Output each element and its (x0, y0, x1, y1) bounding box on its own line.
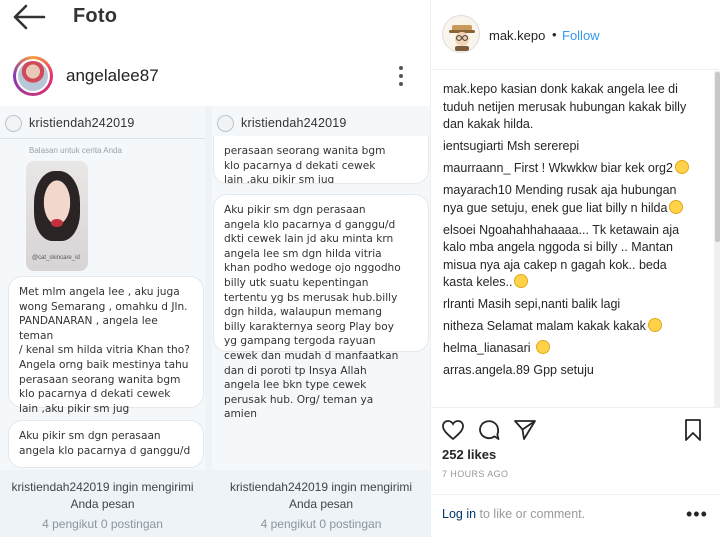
comment-item: helma_lianasari (443, 340, 697, 358)
laughing-emoji-icon (669, 199, 684, 214)
login-prompt: Log in to like or comment. (442, 507, 585, 521)
avatar[interactable] (13, 56, 53, 96)
comments-sidebar: mak.kepo • Follow mak.kepo kasian donk k… (430, 0, 720, 537)
comment-username[interactable]: elsoei (443, 223, 476, 237)
laughing-emoji-icon (674, 160, 689, 174)
comment-item: arras.angela.89 Gpp setuju (443, 362, 697, 380)
page-title: Foto (73, 5, 118, 27)
heart-icon[interactable] (441, 418, 465, 442)
story-reply-label: Balasan untuk cerita Anda (29, 146, 122, 155)
avatar[interactable] (442, 15, 480, 53)
action-bar (431, 407, 720, 443)
laughing-emoji-icon (647, 318, 662, 332)
comment-item: nitheza Selamat malam kakak kakak (443, 318, 697, 336)
more-options-icon[interactable]: ••• (686, 504, 708, 525)
message-bubble: Aku pikir sm dgn perasaan angela klo pac… (213, 194, 429, 420)
comment-username[interactable]: mayarach10 (443, 183, 512, 197)
dm-screenshots: kristiendah242019 Balasan untuk cerita A… (0, 106, 430, 537)
detective-logo-icon (449, 25, 475, 51)
comment-text: Selamat malam kakak kakak (486, 319, 646, 333)
comment-username[interactable]: arras.angela.89 (443, 363, 530, 377)
sidebar-header: mak.kepo • Follow (431, 0, 720, 70)
rolling-eyes-emoji-icon (514, 274, 529, 288)
post-timestamp: 7 HOURS AGO (442, 469, 509, 479)
dm-avatar (5, 115, 22, 132)
comment-text: Ngoahahhahaaaa... Tk ketawain aja kalo m… (443, 222, 680, 290)
comment-item: elsoei Ngoahahhahaaaa... Tk ketawain aja… (443, 222, 697, 292)
story-photo-detail (51, 219, 63, 227)
comment-username[interactable]: helma_lianasari (443, 341, 531, 355)
dm-username: kristiendah242019 (29, 116, 135, 130)
dm-follower-stats: 4 pengikut 0 postingan (42, 517, 163, 531)
post-username[interactable]: angelalee87 (66, 66, 159, 86)
more-vertical-icon[interactable] (394, 64, 408, 88)
share-icon[interactable] (513, 418, 537, 442)
comment-icon[interactable] (477, 418, 501, 442)
post-image-panel: Foto angelalee87 kristiendah242019 Balas… (0, 0, 430, 537)
dm-invite-text: kristiendah242019 ingin mengirimi Anda p… (11, 480, 194, 511)
comment-text: Masih sepi,nanti balik lagi (477, 297, 621, 311)
dm-request-footer: kristiendah242019 ingin mengirimi Anda p… (0, 470, 205, 537)
dm-header: kristiendah242019 (0, 112, 205, 134)
dm-username: kristiendah242019 (241, 116, 347, 130)
comment-username[interactable]: rlranti (443, 297, 474, 311)
image-topbar: Foto (0, 0, 430, 38)
avatar-photo (18, 61, 48, 91)
avatar-ring (16, 59, 50, 93)
message-bubble: perasaan seorang wanita bgm klo pacarnya… (213, 136, 429, 184)
comment-username[interactable]: ientsugiarti (443, 139, 503, 153)
comment-text: Gpp setuju (533, 363, 594, 377)
dm-request-footer: kristiendah242019 ingin mengirimi Anda p… (212, 470, 430, 537)
back-arrow-icon[interactable] (12, 4, 46, 30)
scrollbar-thumb[interactable] (715, 72, 720, 242)
comment-item: ientsugiarti Msh sererepi (443, 138, 697, 156)
message-bubble: Aku pikir sm dgn perasaan angela klo pac… (8, 420, 204, 468)
comment-item: mak.kepo kasian donk kakak angela lee di… (443, 81, 697, 134)
story-thumbnail: @cat_skincare_id (26, 161, 88, 271)
follow-button[interactable]: Follow (562, 28, 600, 43)
login-link[interactable]: Log in (442, 507, 476, 521)
comment-item: rlranti Masih sepi,nanti balik lagi (443, 296, 697, 314)
account-username[interactable]: mak.kepo (489, 28, 545, 43)
comment-text: Msh sererepi (506, 139, 580, 153)
dm-avatar (217, 115, 234, 132)
dm-invite-text: kristiendah242019 ingin mengirimi Anda p… (229, 480, 413, 511)
login-prompt-text: to like or comment. (476, 507, 586, 521)
likes-count[interactable]: 252 likes (442, 447, 496, 462)
scream-emoji-icon (536, 340, 551, 354)
dm-follower-stats: 4 pengikut 0 postingan (260, 517, 382, 531)
comment-username[interactable]: maurraann_ (443, 161, 510, 175)
comment-item: maurraann_ First ! Wkwkkw biar kek org2 (443, 160, 697, 178)
divider (0, 138, 205, 139)
login-bar: Log in to like or comment. ••• (431, 494, 720, 537)
comment-text: First ! Wkwkkw biar kek org2 (513, 161, 673, 175)
comment-username[interactable]: mak.kepo (443, 82, 497, 96)
bookmark-icon[interactable] (681, 418, 705, 442)
screenshot-post-header: angelalee87 (0, 44, 430, 104)
comment-username[interactable]: nitheza (443, 319, 483, 333)
message-bubble: Met mlm angela lee , aku juga wong Semar… (8, 276, 204, 415)
comment-list: mak.kepo kasian donk kakak angela lee di… (431, 71, 711, 407)
instagram-post-viewer: Foto angelalee87 kristiendah242019 Balas… (0, 0, 720, 537)
dm-screenshot-1: kristiendah242019 Balasan untuk cerita A… (0, 106, 205, 537)
comment-item: mayarach10 Mending rusak aja hubungan ny… (443, 182, 697, 217)
separator-dot: • (552, 27, 557, 42)
dm-screenshot-2: kristiendah242019 perasaan seorang wanit… (212, 106, 430, 537)
story-caption: @cat_skincare_id (32, 255, 80, 261)
dm-header: kristiendah242019 (212, 112, 430, 134)
story-photo (34, 171, 80, 241)
